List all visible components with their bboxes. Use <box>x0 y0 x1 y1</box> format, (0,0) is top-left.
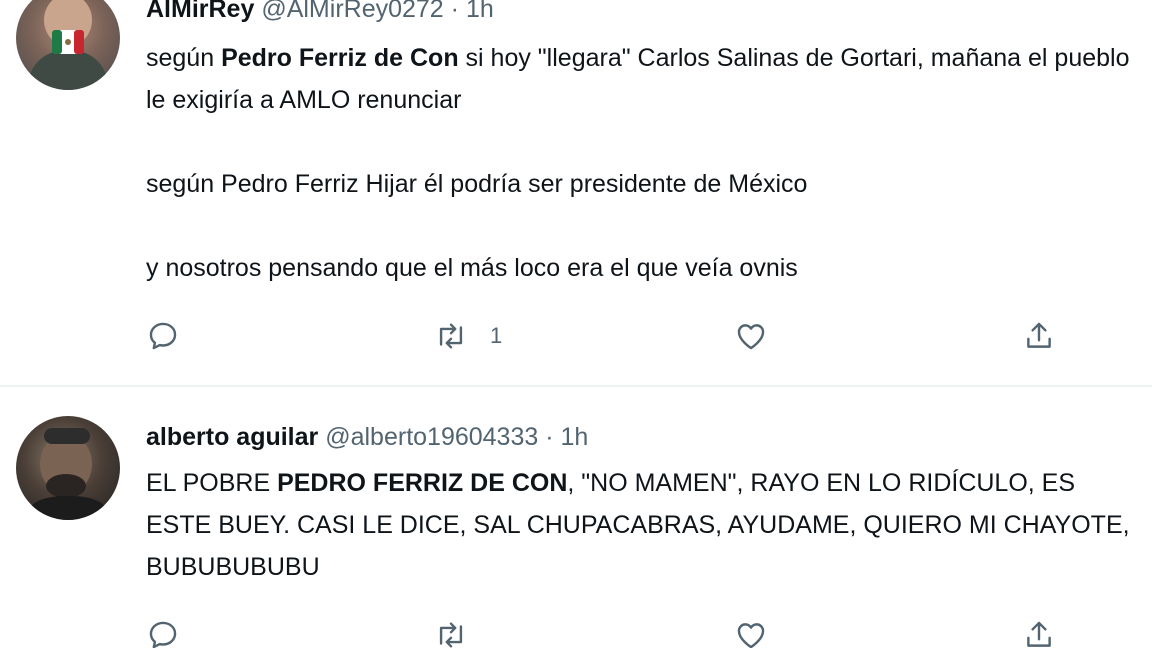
share-icon <box>1027 621 1051 647</box>
tweet[interactable]: AlMirRey @AlMirRey0272 · 1h según Pedro … <box>0 0 1152 386</box>
reply-icon <box>149 322 177 350</box>
avatar-image <box>24 428 112 520</box>
reply-icon <box>149 621 177 648</box>
bold-text: Pedro Ferriz de Con <box>221 44 459 72</box>
tweet-paragraph: y nosotros pensando que el más loco era … <box>146 254 798 282</box>
display-name[interactable]: AlMirRey <box>146 0 254 23</box>
tweet-text: según Pedro Ferriz de Con si hoy "llegar… <box>146 37 1136 289</box>
bold-text: PEDRO FERRIZ DE CON <box>277 469 568 497</box>
like-button[interactable] <box>734 316 768 356</box>
text-segment: EL POBRE <box>146 469 278 497</box>
user-handle[interactable]: @alberto19604333 <box>325 423 538 451</box>
display-name[interactable]: alberto aguilar <box>146 423 318 451</box>
retweet-icon <box>439 622 463 648</box>
share-button[interactable] <box>1022 615 1056 648</box>
user-handle[interactable]: @AlMirRey0272 <box>261 0 443 23</box>
tweet-paragraph: según Pedro Ferriz de Con si hoy "llegar… <box>146 37 1136 121</box>
tweet-header: alberto aguilar @alberto19604333 · 1h <box>146 422 588 452</box>
tweet-paragraph: según Pedro Ferriz Hijar él podría ser p… <box>146 170 808 198</box>
share-icon <box>1027 322 1051 348</box>
tweet-text: EL POBRE PEDRO FERRIZ DE CON, "NO MAMEN"… <box>146 462 1136 588</box>
retweet-count: 1 <box>490 323 503 348</box>
reply-button[interactable] <box>146 316 180 356</box>
separator-dot: · <box>450 0 459 23</box>
retweet-button[interactable] <box>434 615 490 648</box>
timestamp[interactable]: 1h <box>561 423 589 451</box>
share-button[interactable] <box>1022 316 1056 356</box>
tweet-paragraph: EL POBRE PEDRO FERRIZ DE CON, "NO MAMEN"… <box>146 462 1136 588</box>
retweet-icon <box>439 323 463 349</box>
timestamp[interactable]: 1h <box>466 0 494 23</box>
like-button[interactable] <box>734 615 768 648</box>
retweet-button[interactable]: 1 <box>434 316 502 356</box>
text-segment: según <box>146 44 222 72</box>
tweet-header: AlMirRey @AlMirRey0272 · 1h <box>146 0 494 24</box>
like-icon <box>737 623 765 648</box>
reply-button[interactable] <box>146 615 180 648</box>
like-icon <box>737 324 765 350</box>
tweet-actions <box>146 615 1066 648</box>
avatar[interactable] <box>16 416 120 520</box>
separator-dot: · <box>545 423 554 451</box>
avatar[interactable] <box>16 0 120 90</box>
avatar-image <box>26 0 110 90</box>
tweet-actions: 1 <box>146 316 1066 356</box>
